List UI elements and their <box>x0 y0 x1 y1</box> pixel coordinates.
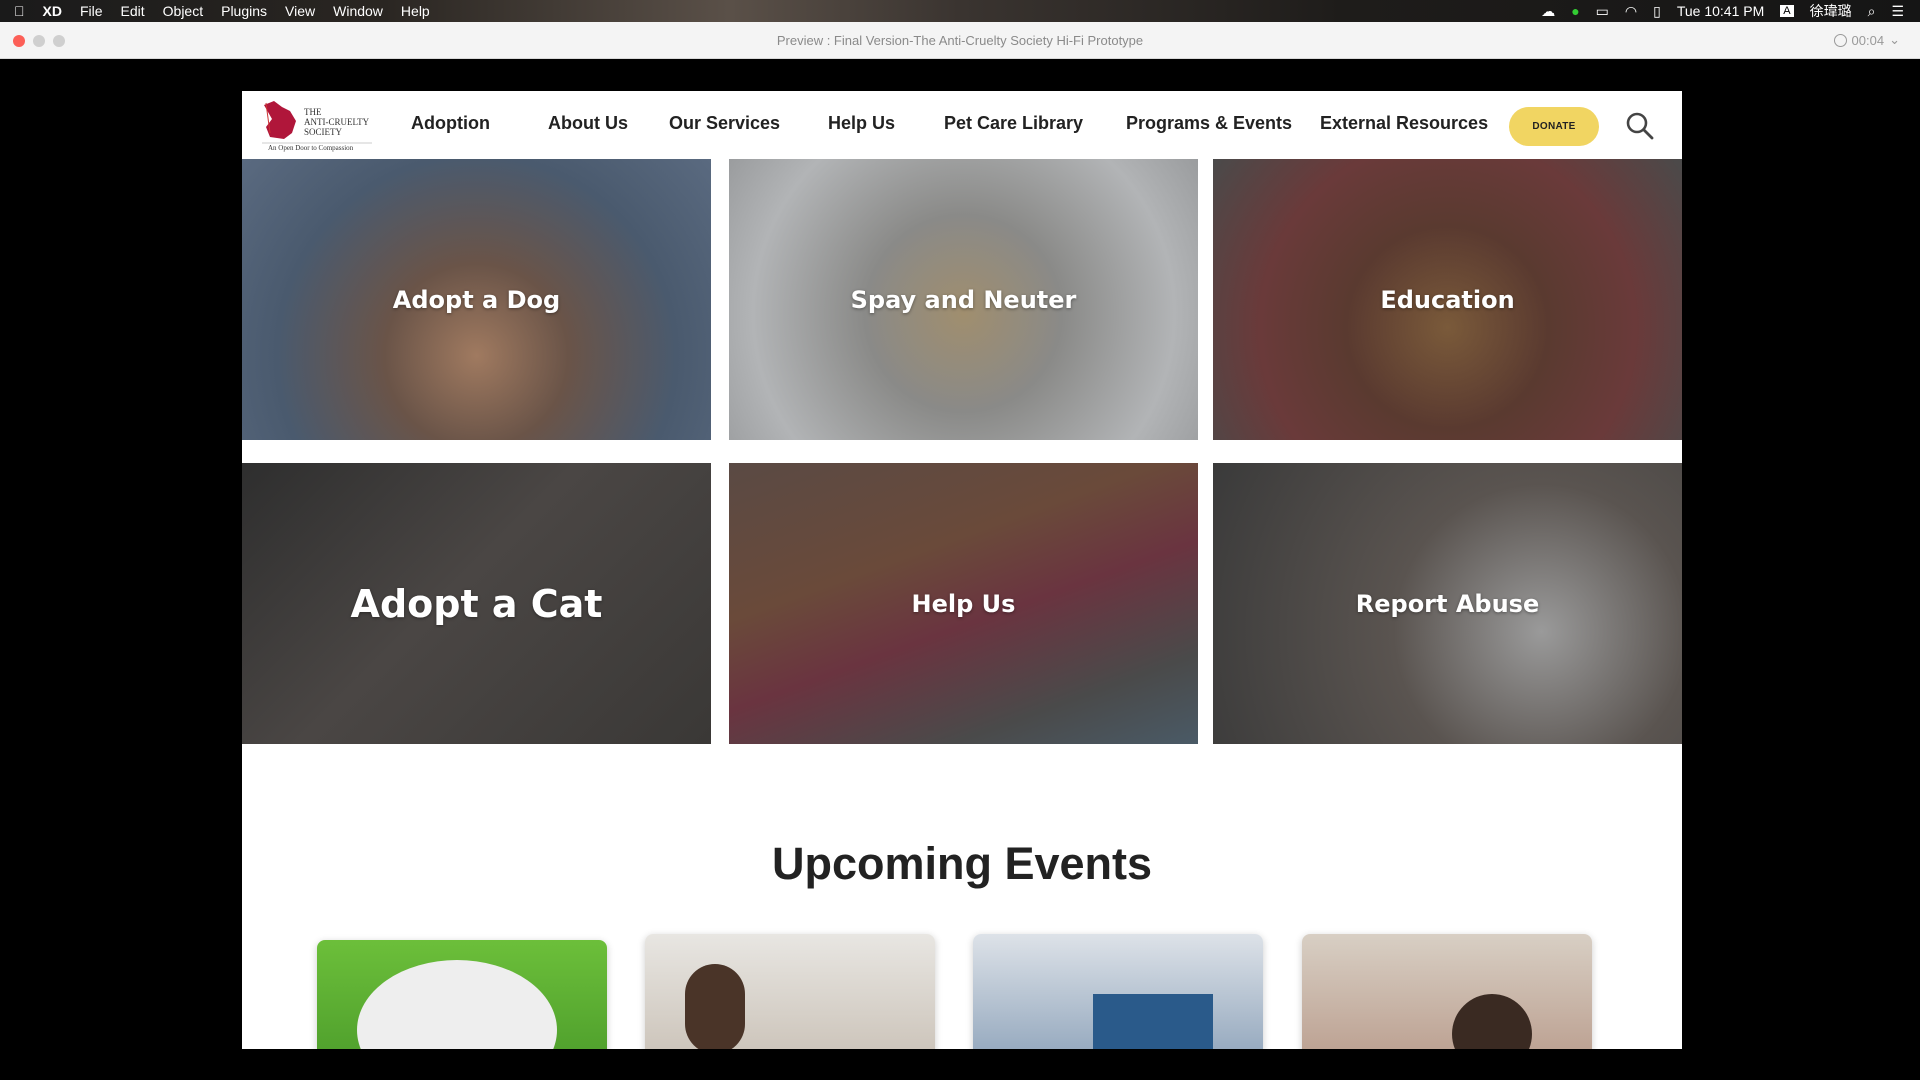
event-image-vet <box>1093 994 1213 1049</box>
window-title-bar: Preview : Final Version-The Anti-Cruelty… <box>0 22 1920 59</box>
menu-edit[interactable]: Edit <box>121 3 145 19</box>
tile-spay-and-neuter[interactable]: Spay and Neuter <box>729 159 1198 440</box>
menu-app-xd[interactable]: XD <box>43 3 62 19</box>
line-icon[interactable]: ● <box>1571 3 1579 19</box>
clock[interactable]: Tue 10:41 PM <box>1677 3 1764 19</box>
menu-object[interactable]: Object <box>163 3 203 19</box>
event-card[interactable] <box>317 940 607 1049</box>
tile-label: Education <box>1380 285 1515 314</box>
tile-label: Spay and Neuter <box>850 285 1077 314</box>
tile-help-us[interactable]: Help Us <box>729 463 1198 744</box>
timer-value: 00:04 <box>1851 32 1885 48</box>
recording-timer[interactable]: 00:04 ⌄ <box>1833 32 1900 48</box>
window-title: Preview : Final Version-The Anti-Cruelty… <box>776 33 1144 48</box>
menu-help[interactable]: Help <box>401 3 430 19</box>
apple-icon[interactable]:  <box>14 3 25 19</box>
logo-tagline: An Open Door to Compassion <box>268 144 354 152</box>
site-header: THE ANTI-CRUELTY SOCIETY An Open Door to… <box>242 91 1682 159</box>
menu-plugins[interactable]: Plugins <box>221 3 267 19</box>
chevron-down-icon: ⌄ <box>1889 32 1900 47</box>
search-icon[interactable] <box>1625 111 1655 141</box>
battery-icon[interactable]: ▯ <box>1653 3 1661 20</box>
event-image-yoga <box>1452 994 1532 1049</box>
menu-file[interactable]: File <box>80 3 103 19</box>
tile-label: Report Abuse <box>1355 589 1540 618</box>
notification-center-icon[interactable]: ☰ <box>1891 3 1904 20</box>
tile-label: Adopt a Cat <box>350 581 603 626</box>
tile-label: Help Us <box>911 589 1016 618</box>
nav-about-us[interactable]: About Us <box>548 113 628 134</box>
menu-window[interactable]: Window <box>333 3 383 19</box>
site-logo[interactable]: THE ANTI-CRUELTY SOCIETY An Open Door to… <box>260 99 372 153</box>
tile-report-abuse[interactable]: Report Abuse <box>1213 463 1682 744</box>
event-card[interactable] <box>1302 934 1592 1049</box>
timer-icon <box>1833 33 1847 47</box>
upcoming-events-heading: Upcoming Events <box>771 838 1153 889</box>
nav-help-us[interactable]: Help Us <box>828 113 895 134</box>
airplay-icon[interactable]: ▭ <box>1596 3 1609 20</box>
nav-pet-care-library[interactable]: Pet Care Library <box>944 113 1083 134</box>
event-image-people <box>685 964 745 1049</box>
tile-adopt-a-dog[interactable]: Adopt a Dog <box>242 159 711 440</box>
event-image-dog <box>357 960 557 1049</box>
nav-programs-events[interactable]: Programs & Events <box>1126 113 1292 134</box>
logo-text-society: SOCIETY <box>304 127 342 137</box>
menu-view[interactable]: View <box>285 3 315 19</box>
event-card[interactable] <box>973 934 1263 1049</box>
creative-cloud-icon[interactable]: ☁ <box>1541 3 1555 20</box>
logo-text-the: THE <box>304 107 322 117</box>
event-card[interactable] <box>645 934 935 1049</box>
input-source-icon[interactable]: A <box>1780 5 1794 17</box>
nav-our-services[interactable]: Our Services <box>669 113 780 134</box>
user-name[interactable]: 徐瑋璐 <box>1810 1 1852 21</box>
logo-text-anticruelty: ANTI-CRUELTY <box>304 117 370 127</box>
tile-education[interactable]: Education <box>1213 159 1682 440</box>
nav-external-resources[interactable]: External Resources <box>1320 113 1488 134</box>
macos-menu-bar:  XD File Edit Object Plugins View Windo… <box>0 0 1920 22</box>
spotlight-icon[interactable]: ⌕ <box>1868 3 1876 20</box>
wifi-icon[interactable]: ◠ <box>1625 3 1637 20</box>
donate-button[interactable]: DONATE <box>1509 107 1599 146</box>
prototype-page: THE ANTI-CRUELTY SOCIETY An Open Door to… <box>242 91 1682 1049</box>
nav-adoption[interactable]: Adoption <box>411 113 490 134</box>
tile-label: Adopt a Dog <box>392 285 561 314</box>
tile-adopt-a-cat[interactable]: Adopt a Cat <box>242 463 711 744</box>
